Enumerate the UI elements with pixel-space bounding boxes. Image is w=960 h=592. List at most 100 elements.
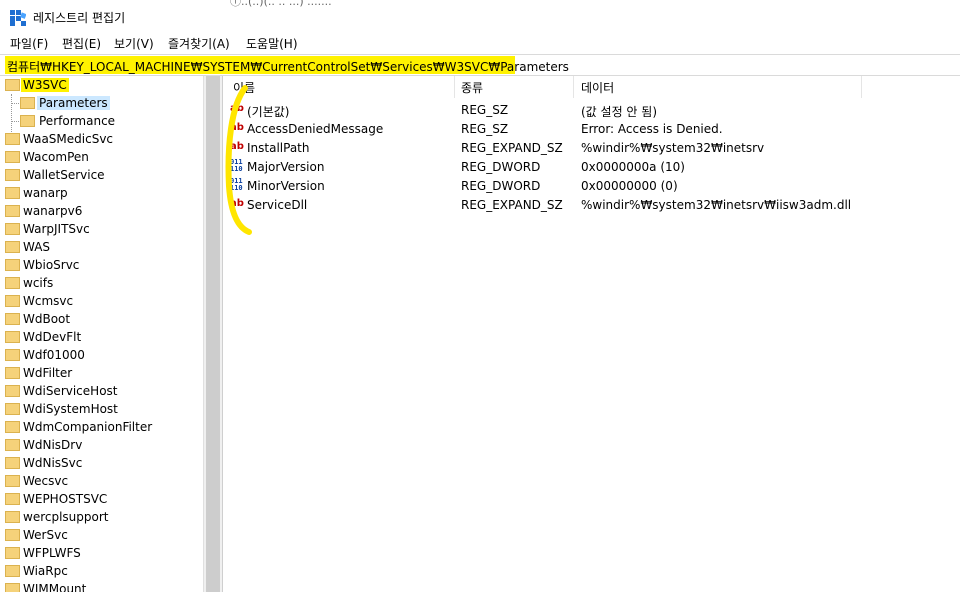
scrollbar-thumb[interactable]: [206, 76, 220, 592]
folder-icon: [5, 331, 20, 343]
tree-item[interactable]: WdNisDrv: [0, 436, 203, 454]
tree-item-label: Wcmsvc: [23, 294, 74, 308]
folder-icon: [5, 511, 20, 523]
value-type: REG_SZ: [461, 103, 509, 117]
column-divider[interactable]: [573, 76, 574, 98]
tree-item-label: WaaSMedicSvc: [23, 132, 114, 146]
tree-item-label: WacomPen: [23, 150, 89, 164]
tree-item[interactable]: wanarpv6: [0, 202, 203, 220]
tree-item[interactable]: WdBoot: [0, 310, 203, 328]
folder-icon: [5, 241, 20, 253]
value-data: 0x0000000a (10): [581, 160, 685, 174]
value-type: REG_DWORD: [461, 179, 541, 193]
tree-item[interactable]: WdNisSvc: [0, 454, 203, 472]
tree-item-label: WdBoot: [23, 312, 71, 326]
value-type: REG_EXPAND_SZ: [461, 141, 563, 155]
tree-item[interactable]: WbioSrvc: [0, 256, 203, 274]
tree-item-label: WalletService: [23, 168, 105, 182]
tree-item-label: WAS: [23, 240, 51, 254]
tree-item[interactable]: WiaRpc: [0, 562, 203, 580]
folder-icon: [5, 583, 20, 592]
tree-item-label: WarpJITSvc: [23, 222, 90, 236]
tree-item[interactable]: WaaSMedicSvc: [0, 130, 203, 148]
folder-icon: [5, 493, 20, 505]
value-data: Error: Access is Denied.: [581, 122, 723, 136]
value-name[interactable]: AccessDeniedMessage: [247, 122, 383, 136]
tree-item-parameters[interactable]: Parameters: [0, 94, 203, 112]
tree-item-label: WFPLWFS: [23, 546, 81, 560]
tree-item[interactable]: wercplsupport: [0, 508, 203, 526]
folder-icon: [5, 295, 20, 307]
tree-item-label: Wdf01000: [23, 348, 85, 362]
folder-icon: [5, 385, 20, 397]
values-pane[interactable]: 이름 종류 데이터 ab (기본값) REG_SZ (값 설정 안 됨) ab …: [223, 76, 960, 592]
menu-favorites[interactable]: 즐겨찾기(A): [168, 35, 230, 52]
tree-item[interactable]: WerSvc: [0, 526, 203, 544]
tree-item[interactable]: wanarp: [0, 184, 203, 202]
tree-item-label: WbioSrvc: [23, 258, 80, 272]
tree-item[interactable]: WdiServiceHost: [0, 382, 203, 400]
value-type: REG_DWORD: [461, 160, 541, 174]
value-data: %windir%₩system32₩inetsrv₩iisw3adm.dll: [581, 198, 852, 212]
folder-icon: [5, 133, 20, 145]
tree-item-label: WerSvc: [23, 528, 68, 542]
address-bar[interactable]: 컴퓨터₩HKEY_LOCAL_MACHINE₩SYSTEM₩CurrentCon…: [0, 54, 960, 76]
tree-item[interactable]: Wcmsvc: [0, 292, 203, 310]
folder-icon: [20, 115, 35, 127]
tree-item[interactable]: WdDevFlt: [0, 328, 203, 346]
menu-file[interactable]: 파일(F): [10, 35, 48, 52]
folder-open-icon: [5, 79, 20, 91]
tree-item[interactable]: WAS: [0, 238, 203, 256]
column-divider[interactable]: [861, 76, 862, 98]
folder-icon: [5, 475, 20, 487]
tree-item[interactable]: Wdf01000: [0, 346, 203, 364]
title-bar: 레지스트리 편집기 ⓘ..(..)(.. .. ...) .......: [0, 0, 960, 33]
tree-item-label: WiaRpc: [23, 564, 68, 578]
key-tree[interactable]: W3SVC Parameters Performance WaaSMedicSv…: [0, 76, 203, 592]
tree-item-label: Performance: [39, 114, 116, 128]
tree-scrollbar[interactable]: [203, 76, 223, 592]
menu-view[interactable]: 보기(V): [114, 35, 154, 52]
tree-item-performance[interactable]: Performance: [0, 112, 203, 130]
window-title: 레지스트리 편집기: [33, 11, 126, 25]
tree-item-label: wcifs: [23, 276, 54, 290]
tree-item-label: Wecsvc: [23, 474, 69, 488]
tree-item-label: W3SVC: [21, 78, 69, 92]
address-path[interactable]: 컴퓨터₩HKEY_LOCAL_MACHINE₩SYSTEM₩CurrentCon…: [7, 58, 569, 75]
tree-item[interactable]: WFPLWFS: [0, 544, 203, 562]
folder-icon: [5, 367, 20, 379]
folder-icon: [5, 403, 20, 415]
tree-item[interactable]: wcifs: [0, 274, 203, 292]
folder-icon: [5, 277, 20, 289]
column-header-type[interactable]: 종류: [461, 79, 483, 96]
tree-item-label: WdNisDrv: [23, 438, 83, 452]
background-window-text: ⓘ..(..)(.. .. ...) .......: [230, 0, 332, 8]
tree-item[interactable]: WdmCompanionFilter: [0, 418, 203, 436]
tree-item-label: WEPHOSTSVC: [23, 492, 108, 506]
value-type: REG_EXPAND_SZ: [461, 198, 563, 212]
folder-icon: [5, 421, 20, 433]
menu-edit[interactable]: 편집(E): [62, 35, 101, 52]
tree-item[interactable]: WdFilter: [0, 364, 203, 382]
registry-editor-icon: [10, 10, 26, 26]
menu-help[interactable]: 도움말(H): [246, 35, 298, 52]
folder-icon: [5, 439, 20, 451]
tree-item[interactable]: WIMMount: [0, 580, 203, 592]
tree-item[interactable]: WdiSystemHost: [0, 400, 203, 418]
tree-item[interactable]: WacomPen: [0, 148, 203, 166]
folder-icon: [5, 547, 20, 559]
folder-icon: [20, 97, 35, 109]
annotation-marker: [225, 85, 252, 235]
tree-item-w3svc[interactable]: W3SVC: [0, 76, 203, 94]
tree-item[interactable]: WarpJITSvc: [0, 220, 203, 238]
tree-item-label: wanarpv6: [23, 204, 83, 218]
tree-item[interactable]: Wecsvc: [0, 472, 203, 490]
tree-item-label: WdiSystemHost: [23, 402, 118, 416]
tree-item[interactable]: WalletService: [0, 166, 203, 184]
column-header-data[interactable]: 데이터: [581, 79, 614, 96]
folder-icon: [5, 565, 20, 577]
folder-icon: [5, 529, 20, 541]
tree-item-label: WdDevFlt: [23, 330, 82, 344]
column-divider[interactable]: [454, 76, 455, 98]
tree-item[interactable]: WEPHOSTSVC: [0, 490, 203, 508]
